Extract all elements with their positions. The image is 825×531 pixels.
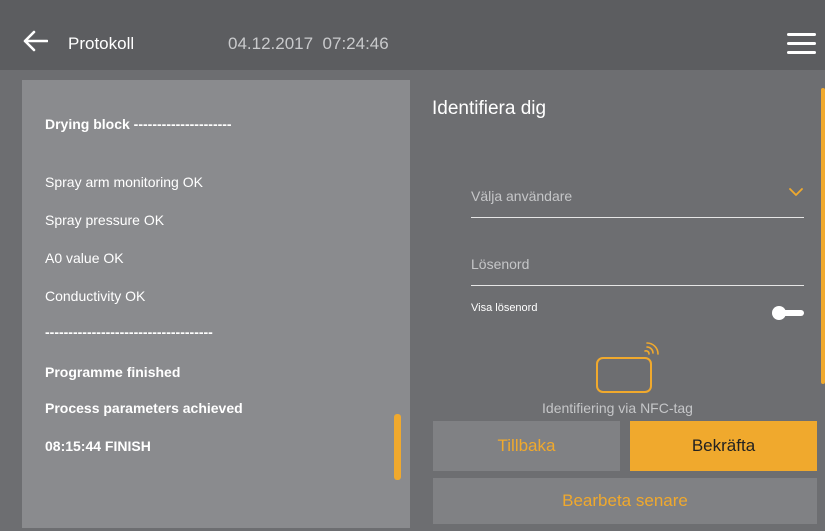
header-datetime: 04.12.2017 07:24:46	[228, 34, 389, 54]
log-line: Spray pressure OK	[45, 212, 165, 228]
protocol-log-panel[interactable]: Drying block --------------------- Spray…	[22, 80, 410, 528]
log-scrollbar[interactable]	[394, 414, 401, 480]
log-line: A0 value OK	[45, 250, 124, 266]
page-title: Protokoll	[68, 34, 135, 53]
log-line: Conductivity OK	[45, 288, 146, 304]
show-password-toggle[interactable]	[772, 306, 804, 320]
app-header: Protokoll 04.12.2017 07:24:46	[0, 0, 825, 70]
confirm-button[interactable]: Bekräfta	[630, 421, 817, 471]
identify-title: Identifiera dig	[432, 98, 547, 119]
user-select-placeholder: Välja användare	[471, 188, 573, 204]
nfc-label: Identifiering via NFC-tag	[542, 400, 693, 416]
log-line: Drying block ---------------------	[45, 116, 232, 132]
chevron-down-icon[interactable]	[788, 186, 804, 198]
arrow-left-icon[interactable]	[22, 30, 48, 52]
log-line: Programme finished	[45, 364, 181, 380]
panel-scrollbar[interactable]	[821, 88, 825, 384]
header-date: 04.12.2017	[228, 34, 314, 53]
password-field[interactable]: Lösenord	[471, 248, 804, 286]
back-button[interactable]: Tillbaka	[433, 421, 620, 471]
nfc-card-icon	[596, 342, 659, 393]
header-time: 07:24:46	[322, 34, 389, 53]
log-line: ------------------------------------	[45, 324, 213, 340]
password-placeholder: Lösenord	[471, 256, 530, 272]
hamburger-menu-icon[interactable]	[787, 33, 816, 55]
show-password-label: Visa lösenord	[471, 302, 538, 314]
user-select[interactable]: Välja användare	[471, 180, 804, 218]
identify-panel: Identifiera dig Välja användare Lösenord…	[410, 80, 825, 531]
log-line: Process parameters achieved	[45, 400, 243, 416]
toggle-knob	[772, 306, 786, 320]
log-line: 08:15:44 FINISH	[45, 438, 151, 454]
process-later-button[interactable]: Bearbeta senare	[433, 478, 817, 524]
log-line: Spray arm monitoring OK	[45, 174, 203, 190]
